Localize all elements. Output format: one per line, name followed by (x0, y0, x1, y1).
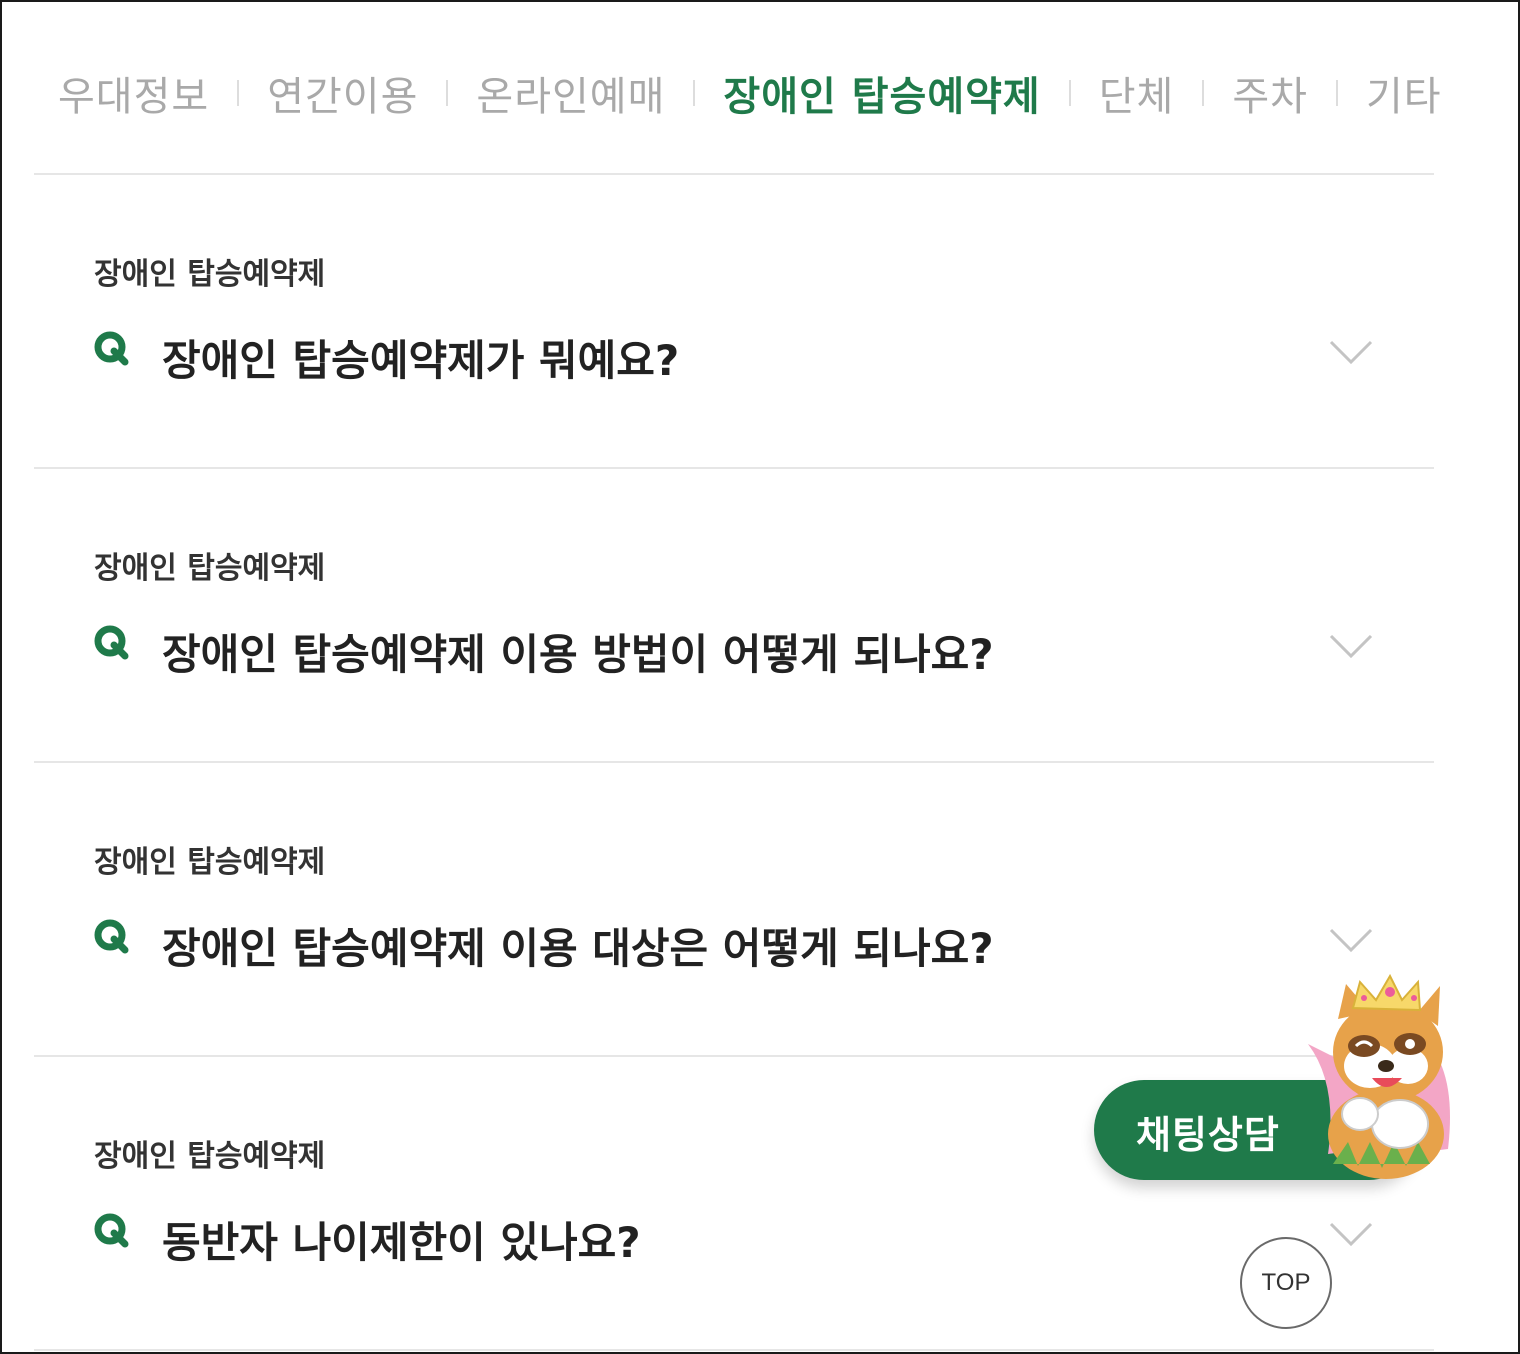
tab-separator (1202, 80, 1205, 106)
top-label: TOP (1261, 1269, 1311, 1296)
faq-category: 장애인 탑승예약제 (94, 551, 326, 586)
q-icon (94, 331, 129, 366)
chevron-down-icon[interactable] (1328, 337, 1374, 367)
tab-parking[interactable]: 주차 (1232, 64, 1308, 122)
q-icon (94, 1213, 129, 1248)
tab-benefits[interactable]: 우대정보 (58, 64, 209, 122)
scroll-top-button[interactable]: TOP (1240, 1237, 1332, 1329)
tab-annual-pass[interactable]: 연간이용 (267, 64, 418, 122)
faq-question: 장애인 탑승예약제 이용 방법이 어떻게 되나요? (162, 630, 994, 679)
faq-category: 장애인 탑승예약제 (94, 257, 326, 292)
faq-question: 동반자 나이제한이 있나요? (162, 1218, 641, 1267)
tab-separator (237, 80, 240, 106)
mascot-raccoon-icon (1308, 974, 1450, 1179)
faq-item[interactable]: 장애인 탑승예약제 장애인 탑승예약제가 뭐예요? (34, 175, 1434, 469)
chevron-down-icon[interactable] (1328, 1219, 1374, 1249)
tab-online-booking[interactable]: 온라인예매 (476, 64, 665, 122)
chevron-down-icon[interactable] (1328, 631, 1374, 661)
faq-page: 우대정보 연간이용 온라인예매 장애인 탑승예약제 단체 주차 기타 장애인 탑… (0, 0, 1520, 1354)
tab-disabled-reservation[interactable]: 장애인 탑승예약제 (723, 64, 1040, 122)
category-tabs: 우대정보 연간이용 온라인예매 장애인 탑승예약제 단체 주차 기타 (58, 58, 1442, 128)
chat-label: 채팅상담 (1136, 1113, 1280, 1157)
tab-separator (1068, 80, 1071, 106)
tab-group[interactable]: 단체 (1099, 64, 1175, 122)
chevron-down-icon[interactable] (1328, 925, 1374, 955)
q-icon (94, 919, 129, 954)
q-icon (94, 625, 129, 660)
faq-category: 장애인 탑승예약제 (94, 845, 326, 880)
faq-question: 장애인 탑승예약제 이용 대상은 어떻게 되나요? (162, 924, 994, 973)
tab-separator (1335, 80, 1338, 106)
tab-separator (446, 80, 449, 106)
faq-category: 장애인 탑승예약제 (94, 1139, 326, 1174)
tab-separator (693, 80, 696, 106)
faq-item[interactable]: 장애인 탑승예약제 장애인 탑승예약제 이용 방법이 어떻게 되나요? (34, 469, 1434, 763)
faq-question: 장애인 탑승예약제가 뭐예요? (162, 336, 680, 385)
tab-etc[interactable]: 기타 (1366, 64, 1442, 122)
faq-item[interactable]: 장애인 탑승예약제 장애인 탑승예약제 이용 대상은 어떻게 되나요? (34, 763, 1434, 1057)
